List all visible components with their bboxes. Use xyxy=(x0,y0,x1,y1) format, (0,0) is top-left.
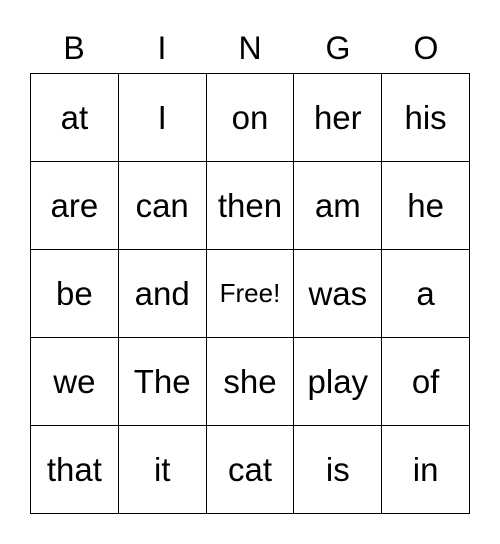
header-letter-g: G xyxy=(325,30,351,66)
bingo-cell[interactable]: play xyxy=(294,338,383,426)
header-letter-o: O xyxy=(413,30,439,66)
bingo-cell[interactable]: then xyxy=(206,162,295,250)
bingo-cell[interactable]: a xyxy=(382,250,470,338)
free-space-cell[interactable]: Free! xyxy=(206,250,295,338)
bingo-cell[interactable]: her xyxy=(294,74,383,162)
bingo-cell[interactable]: it xyxy=(118,426,207,514)
bingo-cell[interactable]: was xyxy=(294,250,383,338)
bingo-cell[interactable]: we xyxy=(31,338,119,426)
header-letter-i: I xyxy=(157,30,167,66)
bingo-header: BINGO xyxy=(30,28,470,68)
bingo-cell[interactable]: in xyxy=(382,426,470,514)
bingo-cell[interactable]: I xyxy=(118,74,207,162)
bingo-cell[interactable]: am xyxy=(294,162,383,250)
bingo-cell[interactable]: and xyxy=(118,250,207,338)
bingo-cell[interactable]: are xyxy=(31,162,119,250)
bingo-cell[interactable]: at xyxy=(31,74,119,162)
header-letter-b: B xyxy=(63,30,85,66)
header-letter-n: N xyxy=(238,30,262,66)
bingo-cell[interactable]: can xyxy=(118,162,207,250)
bingo-cell[interactable]: she xyxy=(206,338,295,426)
bingo-cell[interactable]: he xyxy=(382,162,470,250)
bingo-cell[interactable]: on xyxy=(206,74,295,162)
bingo-cell[interactable]: that xyxy=(31,426,119,514)
bingo-cell[interactable]: cat xyxy=(206,426,295,514)
bingo-cell[interactable]: is xyxy=(294,426,383,514)
bingo-grid: at Ion her his are can then am he be and Free! was a w… xyxy=(30,73,470,514)
bingo-cell[interactable]: The xyxy=(118,338,207,426)
bingo-cell[interactable]: be xyxy=(31,250,119,338)
bingo-cell[interactable]: his xyxy=(382,74,470,162)
bingo-cell[interactable]: of xyxy=(382,338,470,426)
